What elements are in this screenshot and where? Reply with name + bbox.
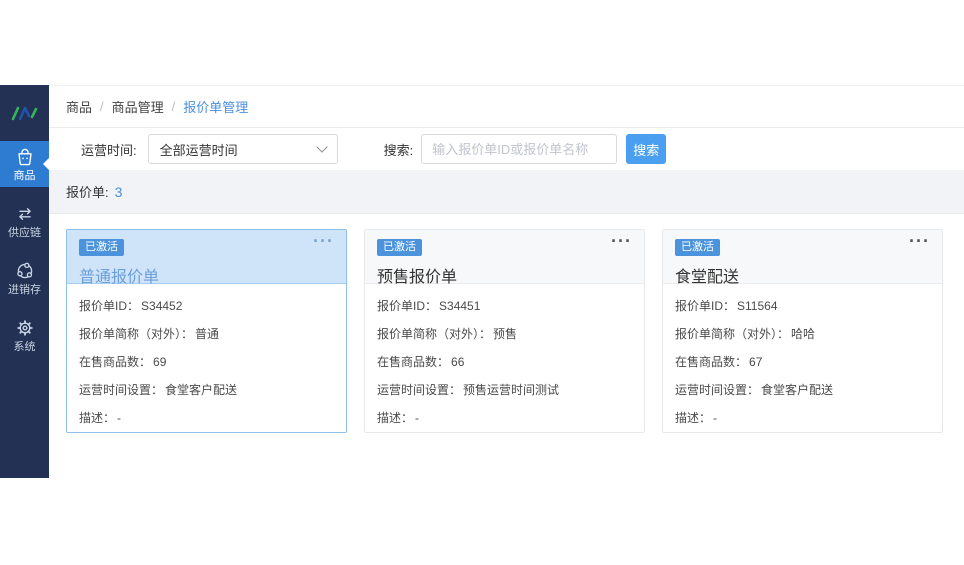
field-label: 运营时间设置： <box>377 383 461 397</box>
card-field-row: 描述：- <box>377 409 632 426</box>
field-value: S11564 <box>737 299 777 313</box>
field-value: 67 <box>749 355 762 369</box>
sidebar-item-label: 供应链 <box>8 228 41 239</box>
quote-card[interactable]: 已激活 ··· 预售报价单 报价单ID：S34451 报价单简称（对外）：预售 … <box>364 229 645 433</box>
card-field-row: 运营时间设置：食堂客户配送 <box>79 381 334 398</box>
card-field-row: 报价单简称（对外）：普通 <box>79 325 334 342</box>
card-header: 已激活 ··· 普通报价单 <box>67 230 346 284</box>
app-window: 商品 供应链 <box>0 85 964 478</box>
exchange-arrows-icon <box>14 203 36 225</box>
card-field-row: 运营时间设置：食堂客户配送 <box>675 381 930 398</box>
field-value: 普通 <box>195 327 219 341</box>
breadcrumb-separator: / <box>100 99 104 114</box>
field-label: 描述： <box>377 411 413 425</box>
field-value: S34452 <box>141 299 182 313</box>
field-label: 在售商品数： <box>675 355 747 369</box>
field-label: 报价单简称（对外）： <box>79 327 193 341</box>
breadcrumb-item-quote-management[interactable]: 报价单管理 <box>183 97 248 116</box>
card-title: 预售报价单 <box>377 263 632 287</box>
card-field-row: 报价单ID：S34451 <box>377 297 632 314</box>
search-button[interactable]: 搜索 <box>626 134 666 164</box>
status-badge: 已激活 <box>377 239 422 256</box>
breadcrumb-item-goods-management[interactable]: 商品管理 <box>112 97 164 116</box>
logo-icon <box>10 103 40 123</box>
card-header: 已激活 ··· 食堂配送 <box>663 230 942 284</box>
sidebar-item-system[interactable]: 系统 <box>0 312 49 358</box>
quote-count-band: 报价单: 3 <box>49 170 964 214</box>
shopping-bag-icon <box>14 146 36 168</box>
field-label: 报价单ID： <box>79 299 139 313</box>
field-value: 食堂客户配送 <box>165 383 237 397</box>
gear-icon <box>14 317 36 339</box>
field-value: 预售运营时间测试 <box>463 383 559 397</box>
card-title: 食堂配送 <box>675 263 930 287</box>
search-input[interactable] <box>421 134 617 164</box>
sidebar-item-label: 进销存 <box>8 285 41 296</box>
card-body: 报价单ID：S11564 报价单简称（对外）：哈哈 在售商品数：67 运营时间设… <box>663 284 942 439</box>
field-label: 描述： <box>675 411 711 425</box>
main-content: 商品 / 商品管理 / 报价单管理 运营时间: 全部运营时间 搜索: 搜索 报价… <box>49 85 964 478</box>
field-label: 在售商品数： <box>79 355 151 369</box>
card-field-row: 在售商品数：67 <box>675 353 930 370</box>
field-label: 运营时间设置： <box>79 383 163 397</box>
breadcrumb-separator: / <box>172 99 176 114</box>
more-actions-icon[interactable]: ··· <box>909 231 930 252</box>
chevron-down-icon <box>316 141 327 152</box>
field-value: 食堂客户配送 <box>761 383 833 397</box>
sidebar-item-goods[interactable]: 商品 <box>0 141 49 187</box>
card-field-row: 在售商品数：69 <box>79 353 334 370</box>
breadcrumb: 商品 / 商品管理 / 报价单管理 <box>49 86 964 128</box>
search-label: 搜索: <box>384 140 414 159</box>
filter-bar: 运营时间: 全部运营时间 搜索: 搜索 <box>49 128 964 170</box>
operation-time-select[interactable]: 全部运营时间 <box>148 134 338 164</box>
card-body: 报价单ID：S34452 报价单简称（对外）：普通 在售商品数：69 运营时间设… <box>67 284 346 439</box>
field-label: 描述： <box>79 411 115 425</box>
field-value: - <box>713 411 717 425</box>
field-label: 报价单简称（对外）： <box>675 327 789 341</box>
field-label: 运营时间设置： <box>675 383 759 397</box>
breadcrumb-item-goods[interactable]: 商品 <box>66 97 92 116</box>
card-body: 报价单ID：S34451 报价单简称（对外）：预售 在售商品数：66 运营时间设… <box>365 284 644 439</box>
card-field-row: 报价单简称（对外）：预售 <box>377 325 632 342</box>
status-badge: 已激活 <box>79 239 124 256</box>
sidebar: 商品 供应链 <box>0 85 49 478</box>
page: 商品 供应链 <box>0 0 964 565</box>
card-field-row: 报价单简称（对外）：哈哈 <box>675 325 930 342</box>
app-logo <box>0 85 49 141</box>
quote-count-label: 报价单: <box>66 182 109 201</box>
card-field-row: 报价单ID：S34452 <box>79 297 334 314</box>
field-value: S34451 <box>439 299 480 313</box>
share-nodes-icon <box>14 260 36 282</box>
field-label: 报价单ID： <box>377 299 437 313</box>
card-field-row: 描述：- <box>675 409 930 426</box>
sidebar-item-label: 商品 <box>14 171 36 182</box>
field-label: 在售商品数： <box>377 355 449 369</box>
more-actions-icon[interactable]: ··· <box>611 231 632 252</box>
card-title: 普通报价单 <box>79 263 334 287</box>
card-field-row: 运营时间设置：预售运营时间测试 <box>377 381 632 398</box>
field-value: - <box>117 411 121 425</box>
field-value: 69 <box>153 355 166 369</box>
status-badge: 已激活 <box>675 239 720 256</box>
more-actions-icon[interactable]: ··· <box>313 231 334 252</box>
card-field-row: 报价单ID：S11564 <box>675 297 930 314</box>
card-field-row: 在售商品数：66 <box>377 353 632 370</box>
field-value: - <box>415 411 419 425</box>
sidebar-item-supply-chain[interactable]: 供应链 <box>0 198 49 244</box>
quote-card[interactable]: 已激活 ··· 普通报价单 报价单ID：S34452 报价单简称（对外）：普通 … <box>66 229 347 433</box>
operation-time-selected-value: 全部运营时间 <box>160 140 238 159</box>
field-value: 66 <box>451 355 464 369</box>
field-label: 报价单简称（对外）： <box>377 327 491 341</box>
card-field-row: 描述：- <box>79 409 334 426</box>
quote-card[interactable]: 已激活 ··· 食堂配送 报价单ID：S11564 报价单简称（对外）：哈哈 在… <box>662 229 943 433</box>
quote-count-value: 3 <box>115 184 123 200</box>
quote-card-list: 已激活 ··· 普通报价单 报价单ID：S34452 报价单简称（对外）：普通 … <box>49 214 964 433</box>
card-header: 已激活 ··· 预售报价单 <box>365 230 644 284</box>
field-value: 哈哈 <box>791 327 815 341</box>
sidebar-item-inventory[interactable]: 进销存 <box>0 255 49 301</box>
field-label: 报价单ID： <box>675 299 735 313</box>
operation-time-label: 运营时间: <box>81 140 137 159</box>
sidebar-item-label: 系统 <box>14 342 36 353</box>
field-value: 预售 <box>493 327 517 341</box>
